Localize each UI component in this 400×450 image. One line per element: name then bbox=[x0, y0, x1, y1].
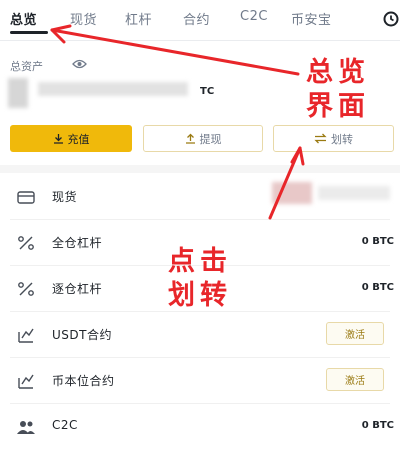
annotation-line: 点击 bbox=[168, 246, 232, 277]
annotation-click-transfer: 点击 划转 bbox=[168, 245, 232, 313]
annotation-line: 界面 bbox=[306, 91, 370, 122]
annotation-line: 总览 bbox=[306, 57, 370, 88]
annotation-overview: 总览 界面 bbox=[306, 56, 370, 124]
arrow-to-overview-tab bbox=[50, 28, 300, 76]
annotation-line: 划转 bbox=[168, 280, 232, 311]
